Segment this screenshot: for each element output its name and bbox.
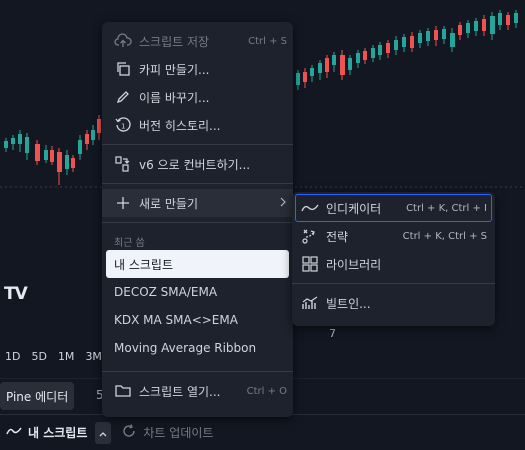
menu-label: 스크립트 저장 xyxy=(139,34,210,49)
timeframe-bar: 1D 5D 1M 3M xyxy=(5,350,102,363)
menu-version-history[interactable]: 1 버전 히스토리... xyxy=(102,111,293,139)
submenu-indicator[interactable]: 인디케이터 Ctrl + K, Ctrl + I xyxy=(295,194,492,222)
tab-pine-editor[interactable]: Pine 에디터 xyxy=(0,382,75,410)
timeframe-1d[interactable]: 1D xyxy=(5,350,20,363)
tradingview-logo[interactable]: TV xyxy=(4,284,28,304)
menu-label: v6 으로 컨버트하기... xyxy=(139,157,251,172)
recent-script-item[interactable]: 내 스크립트 xyxy=(106,250,289,278)
candles-right xyxy=(296,10,518,90)
indicator-wave-icon xyxy=(300,198,320,218)
menu-divider xyxy=(102,144,293,145)
menu-label: 이름 바꾸기... xyxy=(139,90,210,105)
submenu-label: 전략 xyxy=(326,229,349,244)
timeframe-1m[interactable]: 1M xyxy=(58,350,75,363)
menu-save-script[interactable]: 스크립트 저장 Ctrl + S xyxy=(102,27,293,55)
menu-divider xyxy=(102,183,293,184)
create-new-submenu: 인디케이터 Ctrl + K, Ctrl + I 전략 Ctrl + K, Ct… xyxy=(292,192,495,326)
cloud-upload-icon xyxy=(113,31,133,51)
submenu-shortcut: Ctrl + K, Ctrl + S xyxy=(402,230,487,242)
update-chart-label: 차트 업데이트 xyxy=(143,426,214,440)
submenu-label: 빌트인... xyxy=(326,296,371,311)
history-icon: 1 xyxy=(113,115,133,135)
menu-label: 카피 만들기... xyxy=(139,62,210,77)
submenu-builtin[interactable]: 빌트인... xyxy=(292,289,495,317)
editor-toolbar: 내 스크립트 차트 업데이트 xyxy=(0,414,525,450)
menu-rename[interactable]: 이름 바꾸기... xyxy=(102,83,293,111)
plus-icon xyxy=(113,193,133,213)
svg-text:1: 1 xyxy=(121,123,125,131)
timeframe-5d[interactable]: 5D xyxy=(31,350,46,363)
pencil-icon xyxy=(113,87,133,107)
library-icon xyxy=(300,254,320,274)
menu-divider xyxy=(102,222,293,223)
submenu-label: 인디케이터 xyxy=(326,201,382,216)
convert-icon xyxy=(113,154,133,174)
axis-label: 7 xyxy=(329,327,336,340)
menu-label: 스크립트 열기... xyxy=(139,384,221,399)
menu-create-new[interactable]: 새로 만들기 xyxy=(102,189,293,217)
submenu-divider xyxy=(292,283,495,284)
menu-label: 버전 히스토리... xyxy=(139,118,221,133)
menu-shortcut: Ctrl + O xyxy=(246,385,287,397)
recent-section-header: 최근 씀 xyxy=(114,238,145,249)
submenu-strategy[interactable]: 전략 Ctrl + K, Ctrl + S xyxy=(292,222,495,250)
recent-script-item[interactable]: DECOZ SMA/EMA xyxy=(102,278,293,306)
script-name-label: 내 스크립트 xyxy=(28,426,88,440)
candles-left xyxy=(4,115,101,185)
chevron-up-icon xyxy=(99,426,107,440)
script-dropdown-menu: 스크립트 저장 Ctrl + S 카피 만들기... 이름 바꾸기... 1 버… xyxy=(102,22,293,417)
timeframe-3m[interactable]: 3M xyxy=(85,350,102,363)
script-name-button[interactable]: 내 스크립트 xyxy=(0,424,87,441)
chevron-right-icon xyxy=(279,196,287,210)
submenu-label: 라이브러리 xyxy=(326,257,382,272)
strategy-icon xyxy=(300,226,320,246)
recent-script-item[interactable]: Moving Average Ribbon xyxy=(102,334,293,362)
script-menu-toggle[interactable] xyxy=(95,421,112,444)
menu-label: 새로 만들기 xyxy=(139,196,199,211)
menu-divider xyxy=(102,371,293,372)
menu-shortcut: Ctrl + S xyxy=(248,35,287,47)
builtin-chart-icon xyxy=(300,293,320,313)
copy-icon xyxy=(113,59,133,79)
menu-convert-v6[interactable]: v6 으로 컨버트하기... xyxy=(102,150,293,178)
update-chart-button[interactable]: 차트 업데이트 xyxy=(121,423,213,442)
menu-open-script[interactable]: 스크립트 열기... Ctrl + O xyxy=(102,377,293,405)
submenu-shortcut: Ctrl + K, Ctrl + I xyxy=(406,202,487,214)
folder-icon xyxy=(113,381,133,401)
menu-make-copy[interactable]: 카피 만들기... xyxy=(102,55,293,83)
indicator-wave-icon xyxy=(6,425,22,440)
submenu-library[interactable]: 라이브러리 xyxy=(292,250,495,278)
refresh-icon xyxy=(121,423,137,442)
recent-script-item[interactable]: KDX MA SMA<>EMA xyxy=(102,306,293,334)
